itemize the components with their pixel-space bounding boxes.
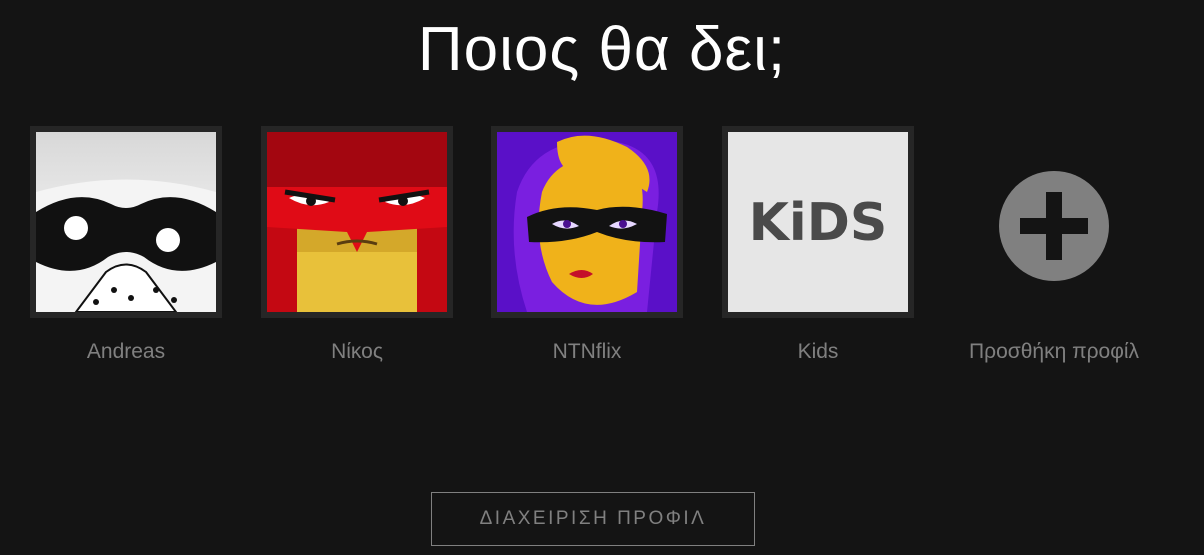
profile-kids[interactable]: KiDS Kids: [722, 126, 914, 364]
profile-avatar[interactable]: [491, 126, 683, 318]
kids-logo-avatar-icon: KiDS: [728, 132, 908, 312]
profile-name: Andreas: [86, 340, 166, 363]
purple-masked-heroine-avatar-icon: [497, 132, 677, 312]
red-angry-hero-avatar-icon: [267, 132, 447, 312]
profile-avatar[interactable]: [261, 126, 453, 318]
page-title: Ποιος θα δει;: [417, 15, 787, 84]
profile-name: NTNflix: [552, 340, 622, 363]
manage-profiles-button[interactable]: ΔΙΑΧΕΙΡΙΣΗ ΠΡΟΦΙΛ: [431, 492, 755, 546]
profile-andreas[interactable]: Andreas: [30, 126, 222, 364]
kids-logo-text: KiDS: [749, 193, 888, 253]
white-masked-dog-avatar-icon: [36, 132, 216, 312]
profile-nikos[interactable]: Νίκος: [261, 126, 453, 364]
profile-name: Νίκος: [331, 340, 383, 363]
profile-ntnflix[interactable]: NTNflix: [491, 126, 683, 364]
add-profile[interactable]: Προσθήκη προφίλ: [944, 126, 1164, 364]
profile-avatar[interactable]: [30, 126, 222, 318]
profile-avatar[interactable]: KiDS: [722, 126, 914, 318]
profile-name: Kids: [797, 340, 839, 363]
plus-circle-icon: [999, 171, 1109, 281]
add-profile-button[interactable]: [958, 126, 1150, 318]
add-profile-label: Προσθήκη προφίλ: [968, 340, 1140, 363]
profile-selection-page: Ποιος θα δει; Andreas Νίκος NTNflix KiDS…: [0, 0, 1204, 555]
